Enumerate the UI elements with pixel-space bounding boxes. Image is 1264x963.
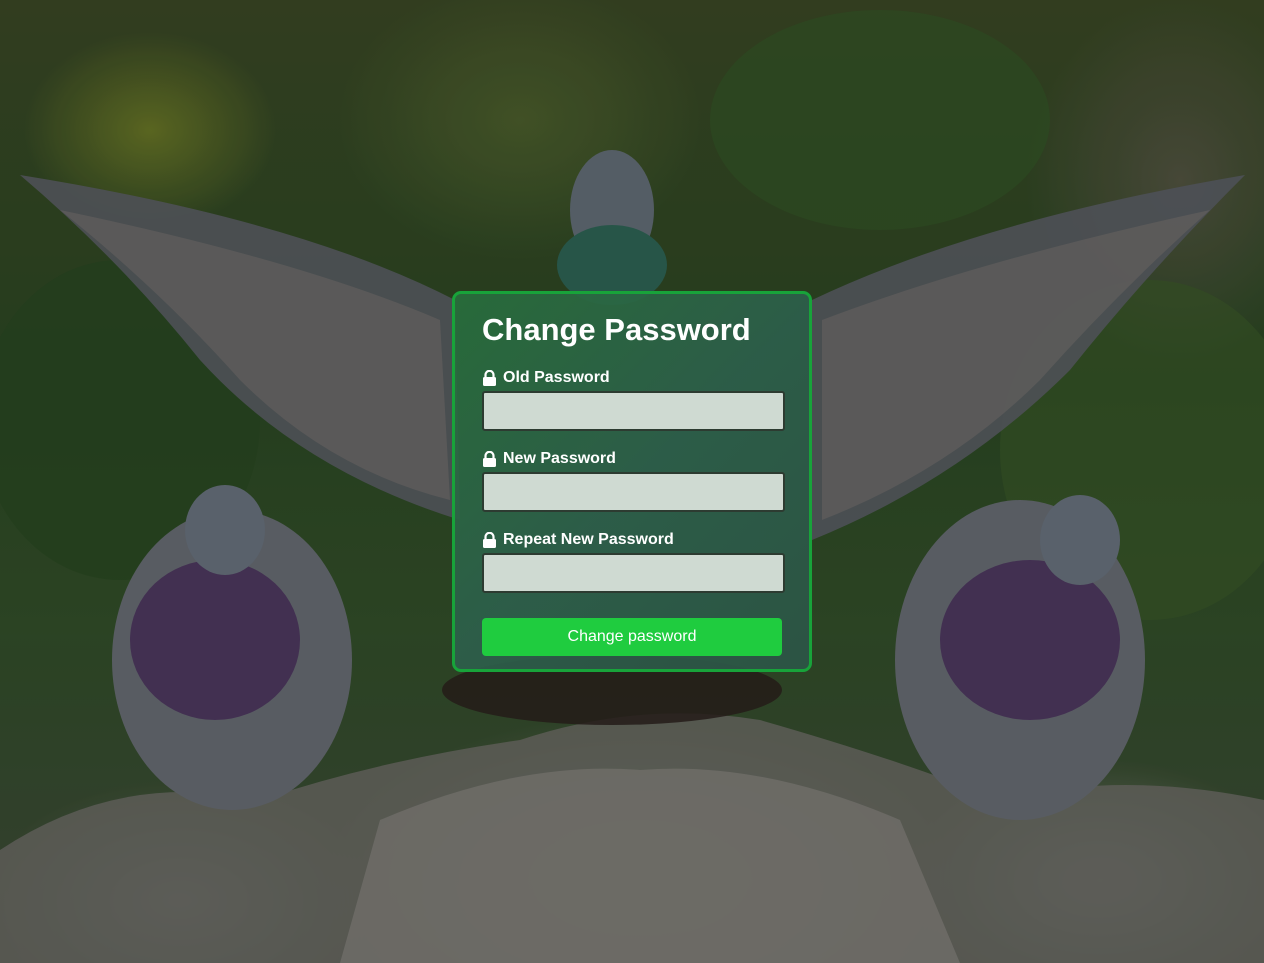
change-password-button[interactable]: Change password bbox=[482, 618, 782, 656]
change-password-form: Change Password Old Password New Passwor… bbox=[452, 291, 812, 672]
repeat-new-password-label: Repeat New Password bbox=[482, 530, 782, 550]
form-title: Change Password bbox=[482, 312, 751, 347]
new-password-label: New Password bbox=[482, 449, 782, 469]
repeat-new-password-input[interactable] bbox=[482, 553, 785, 593]
new-password-input[interactable] bbox=[482, 472, 785, 512]
lock-icon bbox=[483, 532, 496, 548]
lock-icon bbox=[483, 451, 496, 467]
repeat-new-password-label-text: Repeat New Password bbox=[503, 531, 674, 548]
lock-icon bbox=[483, 370, 496, 386]
old-password-input[interactable] bbox=[482, 391, 785, 431]
old-password-label: Old Password bbox=[482, 368, 782, 388]
new-password-label-text: New Password bbox=[503, 450, 616, 467]
old-password-label-text: Old Password bbox=[503, 369, 610, 386]
